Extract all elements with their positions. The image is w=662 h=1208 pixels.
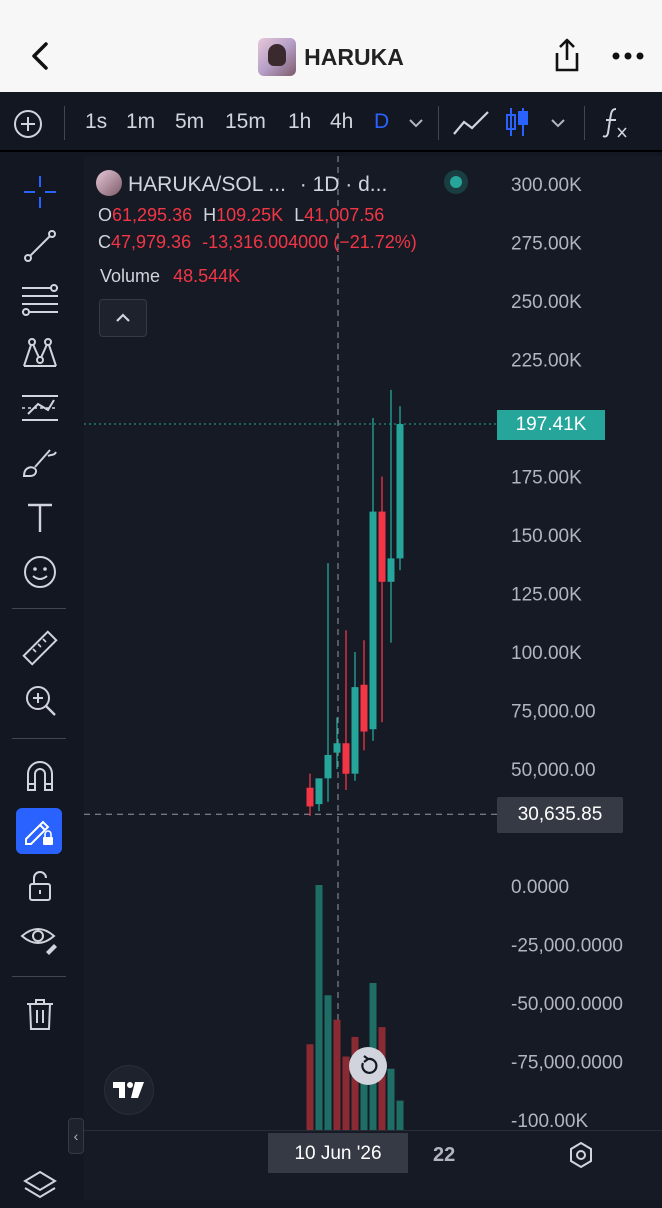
timeframe-1s[interactable]: 1s [85, 110, 107, 134]
top-nav-bar: HARUKA [0, 0, 662, 92]
symbol-interval: · 1D · d... [299, 173, 388, 196]
close-value: 47,979.36 [111, 232, 192, 252]
chart-settings-icon[interactable] [566, 1140, 596, 1170]
lock-drawings-mode-icon[interactable] [16, 808, 62, 854]
trash-icon[interactable] [18, 992, 62, 1036]
volume-label: Volume [100, 266, 161, 286]
timeframe-dropdown-chevron-icon[interactable] [406, 116, 426, 130]
close-label: C [98, 232, 111, 252]
symbol-avatar [96, 170, 122, 196]
toolbar-divider [584, 106, 585, 140]
toolbar-separator [12, 608, 66, 609]
add-symbol-icon[interactable] [12, 108, 44, 140]
symbol-name: HARUKA/SOL ... [128, 173, 286, 196]
high-value: 109.25K [216, 205, 284, 225]
text-tool-icon[interactable] [18, 496, 62, 540]
crosshair-date-label: 10 Jun '26 [268, 1133, 408, 1173]
chevron-up-icon [116, 313, 130, 322]
pattern-tool-icon[interactable] [18, 332, 62, 376]
emoji-icon[interactable] [18, 550, 62, 594]
chart-toolbar: 1s 1m 5m 15m 1h 4h D [0, 92, 662, 152]
chart-type-dropdown-chevron-icon[interactable] [548, 116, 568, 130]
tradingview-logo-icon[interactable] [104, 1065, 154, 1115]
candles-chart-type-icon[interactable] [504, 106, 530, 138]
unlock-icon[interactable] [18, 864, 62, 908]
line-chart-type-icon[interactable] [452, 108, 490, 138]
collapse-sidebar-button[interactable]: ‹ [68, 1118, 84, 1154]
reset-icon [361, 1055, 378, 1074]
low-label: L [294, 205, 305, 225]
low-value: 41,007.56 [304, 205, 385, 225]
crosshair-price-label: 30,635.85 [497, 797, 623, 833]
brush-icon[interactable] [18, 440, 62, 484]
trend-line-icon[interactable] [18, 224, 62, 268]
fib-retracement-icon[interactable] [18, 278, 62, 322]
chart-pane[interactable] [84, 156, 662, 1200]
close-values: C47,979.36 -13,316.004000 (−21.72%) [98, 232, 417, 253]
volume-value: 48.544K [173, 266, 241, 286]
indicators-fx-icon[interactable] [600, 106, 630, 140]
more-options-icon[interactable] [610, 46, 646, 66]
zoom-in-icon[interactable] [18, 678, 62, 722]
magnet-icon[interactable] [18, 754, 62, 798]
timeframe-5m[interactable]: 5m [175, 110, 204, 134]
ohl-values: O61,295.36 H109.25K L41,007.56 [98, 205, 384, 226]
market-status-dot [444, 170, 468, 194]
timeframe-1h[interactable]: 1h [288, 110, 311, 134]
timeframe-1m[interactable]: 1m [126, 110, 155, 134]
symbol-legend[interactable]: HARUKA/SOL ... · 1D · d... [96, 170, 387, 197]
drawing-toolbar [0, 152, 80, 1200]
time-axis-border [84, 1130, 662, 1131]
ruler-icon[interactable] [18, 626, 62, 670]
timeframe-d[interactable]: D [374, 110, 389, 134]
high-label: H [203, 205, 217, 225]
time-axis-label: 22 [433, 1144, 456, 1166]
toolbar-divider [438, 106, 439, 140]
visibility-eye-icon[interactable] [18, 916, 62, 960]
toolbar-separator [12, 738, 66, 739]
forecast-tool-icon[interactable] [18, 386, 62, 430]
change-value: -13,316.004000 (−21.72%) [202, 232, 417, 252]
share-icon[interactable] [550, 36, 584, 76]
open-value: 61,295.36 [112, 205, 193, 225]
toolbar-divider [64, 106, 65, 140]
reset-chart-button[interactable] [349, 1047, 387, 1085]
last-price-label: 197.41K [497, 410, 605, 440]
timeframe-15m[interactable]: 15m [225, 110, 266, 134]
volume-legend: Volume 48.544K [100, 266, 240, 287]
collapse-legend-button[interactable] [99, 299, 147, 337]
toolbar-separator [12, 976, 66, 977]
crosshair-icon[interactable] [18, 170, 62, 214]
page-title: HARUKA [304, 43, 404, 70]
open-label: O [98, 205, 113, 225]
layers-icon[interactable] [18, 1164, 62, 1208]
token-avatar [258, 38, 297, 76]
timeframe-4h[interactable]: 4h [330, 110, 353, 134]
